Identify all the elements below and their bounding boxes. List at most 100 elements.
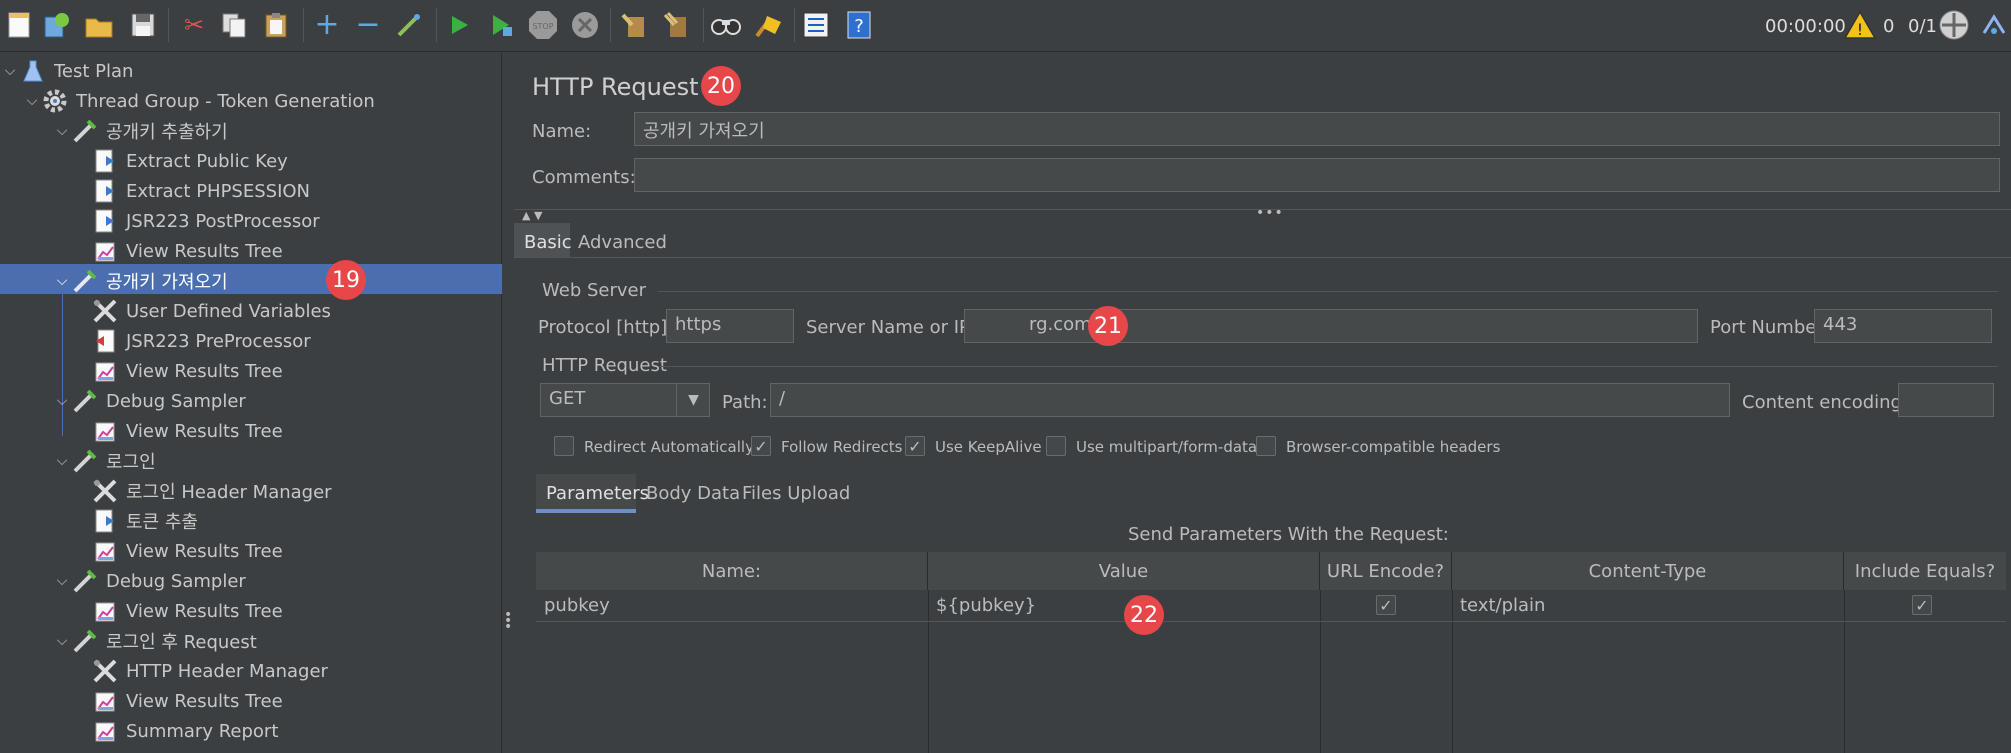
tree-item-postprocessor[interactable]: JSR223 PostProcessor xyxy=(92,206,320,236)
toggle-icon[interactable] xyxy=(393,9,425,41)
tree-item-extractor[interactable]: 토큰 추출 xyxy=(92,506,198,536)
tree-item-label: Debug Sampler xyxy=(106,570,246,592)
splitter-handle[interactable]: • • • xyxy=(504,608,512,634)
collapse-arrows-icon[interactable]: ▲ ▼ xyxy=(522,209,542,222)
tab-files-upload[interactable]: Files Upload xyxy=(734,477,858,510)
column-header-name[interactable]: Name: xyxy=(536,552,928,590)
warning-icon[interactable]: ! xyxy=(1844,9,1876,41)
chevron-down-icon[interactable]: ▼ xyxy=(676,383,710,417)
tree-item-config[interactable]: 로그인 Header Manager xyxy=(92,476,332,506)
tree-item-extractor[interactable]: Extract PHPSESSION xyxy=(92,176,310,206)
chevron-down-icon[interactable]: ⌵ xyxy=(52,633,72,649)
tree-item-label: Test Plan xyxy=(54,60,134,82)
tree-item-sampler[interactable]: ⌵ 공개키 추출하기 xyxy=(52,116,228,146)
name-label: Name: xyxy=(532,121,592,142)
tree-item-listener[interactable]: View Results Tree xyxy=(92,536,283,566)
tree-item-listener[interactable]: View Results Tree xyxy=(92,236,283,266)
tree-item-listener[interactable]: View Results Tree xyxy=(92,356,283,386)
browser-compatible-label: Browser-compatible headers xyxy=(1286,438,1501,456)
redirect-automatically-checkbox[interactable] xyxy=(554,436,574,456)
function-helper-icon[interactable] xyxy=(800,9,832,41)
column-header-content-type[interactable]: Content-Type xyxy=(1452,552,1844,590)
tree-item-listener[interactable]: View Results Tree xyxy=(92,416,283,446)
sampler-icon xyxy=(72,448,98,474)
test-plan-tree[interactable]: ⌵ Test Plan ⌵ Thread Group - Token Gener… xyxy=(0,53,502,753)
column-header-url-encode[interactable]: URL Encode? xyxy=(1320,552,1452,590)
paste-icon[interactable] xyxy=(260,9,292,41)
log-viewer-icon[interactable] xyxy=(1978,9,2010,41)
path-field[interactable]: / xyxy=(770,383,1730,417)
content-encoding-field[interactable] xyxy=(1898,383,1994,417)
tree-item-config[interactable]: HTTP Header Manager xyxy=(92,656,328,686)
reset-search-icon[interactable] xyxy=(752,9,784,41)
start-icon[interactable] xyxy=(443,9,475,41)
protocol-field[interactable]: https xyxy=(666,309,794,343)
search-icon[interactable] xyxy=(710,9,742,41)
expand-icon[interactable]: + xyxy=(311,9,343,41)
stop-icon[interactable]: STOP xyxy=(527,9,559,41)
path-label: Path: xyxy=(722,392,768,413)
tree-item-config[interactable]: User Defined Variables xyxy=(92,296,331,326)
tree-item-sampler[interactable]: ⌵ 로그인 xyxy=(52,446,156,476)
copy-icon[interactable] xyxy=(218,9,250,41)
param-value-cell[interactable]: ${pubkey} xyxy=(936,595,1036,616)
sampler-icon xyxy=(72,118,98,144)
column-header-include-equals[interactable]: Include Equals? xyxy=(1844,552,2006,590)
column-header-value[interactable]: Value xyxy=(928,552,1320,590)
tree-item-sampler[interactable]: ⌵ Debug Sampler xyxy=(52,386,246,416)
tab-body-data[interactable]: Body Data xyxy=(638,477,748,510)
tab-advanced[interactable]: Advanced xyxy=(570,226,675,259)
tree-item-label: HTTP Header Manager xyxy=(126,660,328,682)
elapsed-timer: 00:00:00 xyxy=(1765,15,1846,37)
templates-icon[interactable] xyxy=(41,9,73,41)
tree-item-sampler[interactable]: ⌵ Debug Sampler xyxy=(52,566,246,596)
include-equals-checkbox[interactable]: ✓ xyxy=(1912,595,1932,615)
clear-all-icon[interactable] xyxy=(660,9,692,41)
chevron-down-icon[interactable]: ⌵ xyxy=(52,573,72,589)
save-icon[interactable] xyxy=(127,9,159,41)
config-icon xyxy=(92,298,118,324)
use-keepalive-checkbox[interactable]: ✓ xyxy=(905,436,925,456)
clear-icon[interactable] xyxy=(618,9,650,41)
start-no-pauses-icon[interactable] xyxy=(485,9,517,41)
port-field[interactable]: 443 xyxy=(1814,309,1992,343)
chevron-down-icon[interactable]: ⌵ xyxy=(52,393,72,409)
chevron-down-icon[interactable]: ⌵ xyxy=(52,273,72,289)
follow-redirects-checkbox[interactable]: ✓ xyxy=(751,436,771,456)
browser-compatible-checkbox[interactable] xyxy=(1256,436,1276,456)
extractor-icon xyxy=(92,178,118,204)
param-name-cell[interactable]: pubkey xyxy=(544,595,610,616)
comments-label: Comments: xyxy=(532,167,636,188)
tree-item-sampler[interactable]: ⌵ 로그인 후 Request xyxy=(52,626,257,656)
tree-item-extractor[interactable]: Extract Public Key xyxy=(92,146,288,176)
tree-item-label: 토큰 추출 xyxy=(126,512,198,533)
tree-item-sampler-selected[interactable]: ⌵ 공개키 가져오기 xyxy=(52,266,228,296)
chevron-down-icon[interactable]: ⌵ xyxy=(22,93,42,109)
table-row[interactable]: pubkey ${pubkey} ✓ text/plain ✓ xyxy=(536,590,2006,622)
tree-item-label: JSR223 PostProcessor xyxy=(126,210,320,232)
resize-handle[interactable]: ••• xyxy=(1256,205,1284,221)
url-encode-checkbox[interactable]: ✓ xyxy=(1376,595,1396,615)
open-icon[interactable] xyxy=(83,9,115,41)
tree-item-label: Summary Report xyxy=(126,720,279,742)
name-field[interactable]: 공개키 가져오기 xyxy=(634,112,2000,146)
chevron-down-icon[interactable]: ⌵ xyxy=(0,63,20,79)
tree-item-listener[interactable]: View Results Tree xyxy=(92,686,283,716)
group-border xyxy=(658,366,1998,367)
tree-item-test-plan[interactable]: ⌵ Test Plan xyxy=(0,56,133,86)
content-type-cell[interactable]: text/plain xyxy=(1460,595,1545,616)
shutdown-icon[interactable] xyxy=(569,9,601,41)
tree-item-preprocessor[interactable]: JSR223 PreProcessor xyxy=(92,326,311,356)
tree-item-thread-group[interactable]: ⌵ Thread Group - Token Generation xyxy=(22,86,375,116)
collapse-icon[interactable]: − xyxy=(352,9,384,41)
cut-icon[interactable]: ✂ xyxy=(178,9,210,41)
server-field[interactable]: rg.com xyxy=(964,309,1698,343)
help-icon[interactable]: ? xyxy=(843,9,875,41)
chevron-down-icon[interactable]: ⌵ xyxy=(52,453,72,469)
comments-field[interactable] xyxy=(634,158,2000,192)
tree-item-listener[interactable]: Summary Report xyxy=(92,716,278,746)
tree-item-listener[interactable]: View Results Tree xyxy=(92,596,283,626)
new-icon[interactable] xyxy=(3,9,35,41)
chevron-down-icon[interactable]: ⌵ xyxy=(52,123,72,139)
use-multipart-checkbox[interactable] xyxy=(1046,436,1066,456)
